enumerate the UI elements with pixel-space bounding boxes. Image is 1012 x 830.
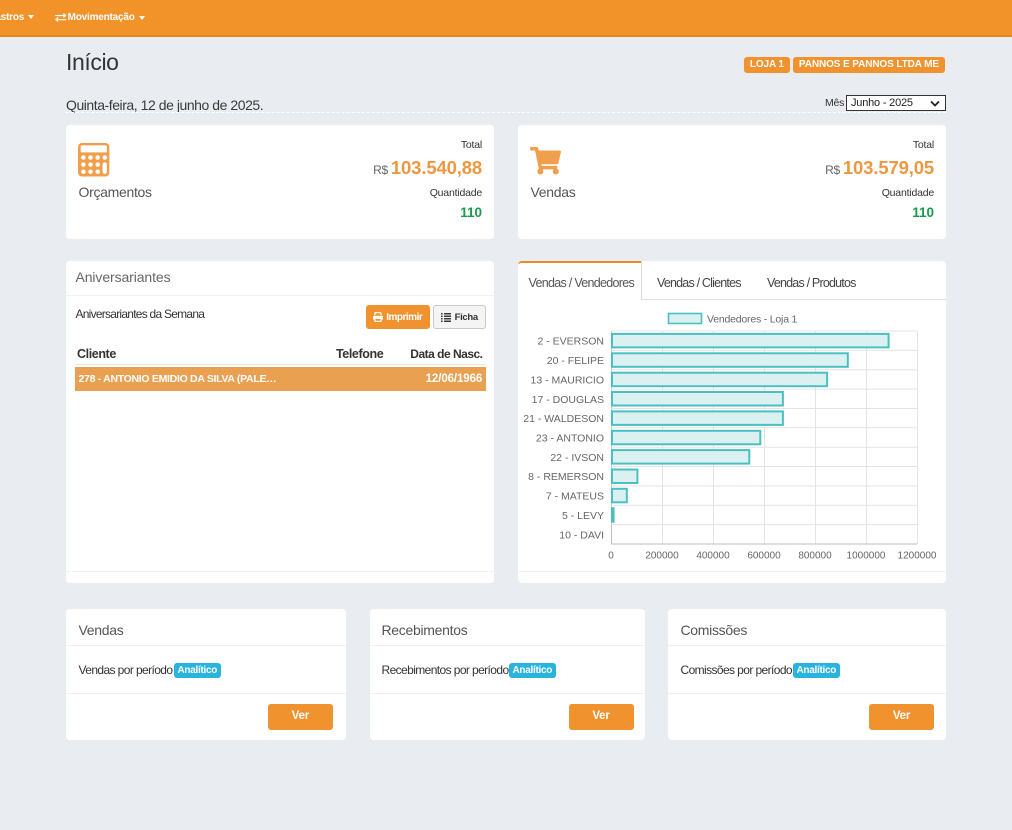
svg-text:17 - DOUGLAS: 17 - DOUGLAS [532, 394, 604, 406]
svg-text:8 - REMERSON: 8 - REMERSON [528, 471, 604, 483]
svg-text:21 - WALDESON: 21 - WALDESON [523, 413, 604, 425]
svg-text:10 - DAVI: 10 - DAVI [559, 529, 604, 541]
svg-text:22 - IVSON: 22 - IVSON [550, 452, 604, 464]
svg-text:600000: 600000 [747, 551, 781, 562]
svg-text:800000: 800000 [798, 551, 832, 562]
svg-text:23 - ANTONIO: 23 - ANTONIO [536, 433, 604, 445]
svg-text:1200000: 1200000 [898, 551, 937, 562]
svg-text:7 - MATEUS: 7 - MATEUS [546, 491, 604, 503]
svg-text:13 - MAURICIO: 13 - MAURICIO [530, 374, 604, 386]
svg-text:200000: 200000 [645, 551, 679, 562]
svg-text:2 - EVERSON: 2 - EVERSON [537, 336, 604, 348]
svg-text:5 - LEVY: 5 - LEVY [562, 510, 604, 522]
svg-text:400000: 400000 [696, 551, 730, 562]
svg-text:Vendedores - Loja 1: Vendedores - Loja 1 [707, 314, 798, 326]
svg-text:20 - FELIPE: 20 - FELIPE [547, 355, 604, 367]
svg-text:0: 0 [608, 551, 614, 562]
svg-text:1000000: 1000000 [847, 551, 886, 562]
